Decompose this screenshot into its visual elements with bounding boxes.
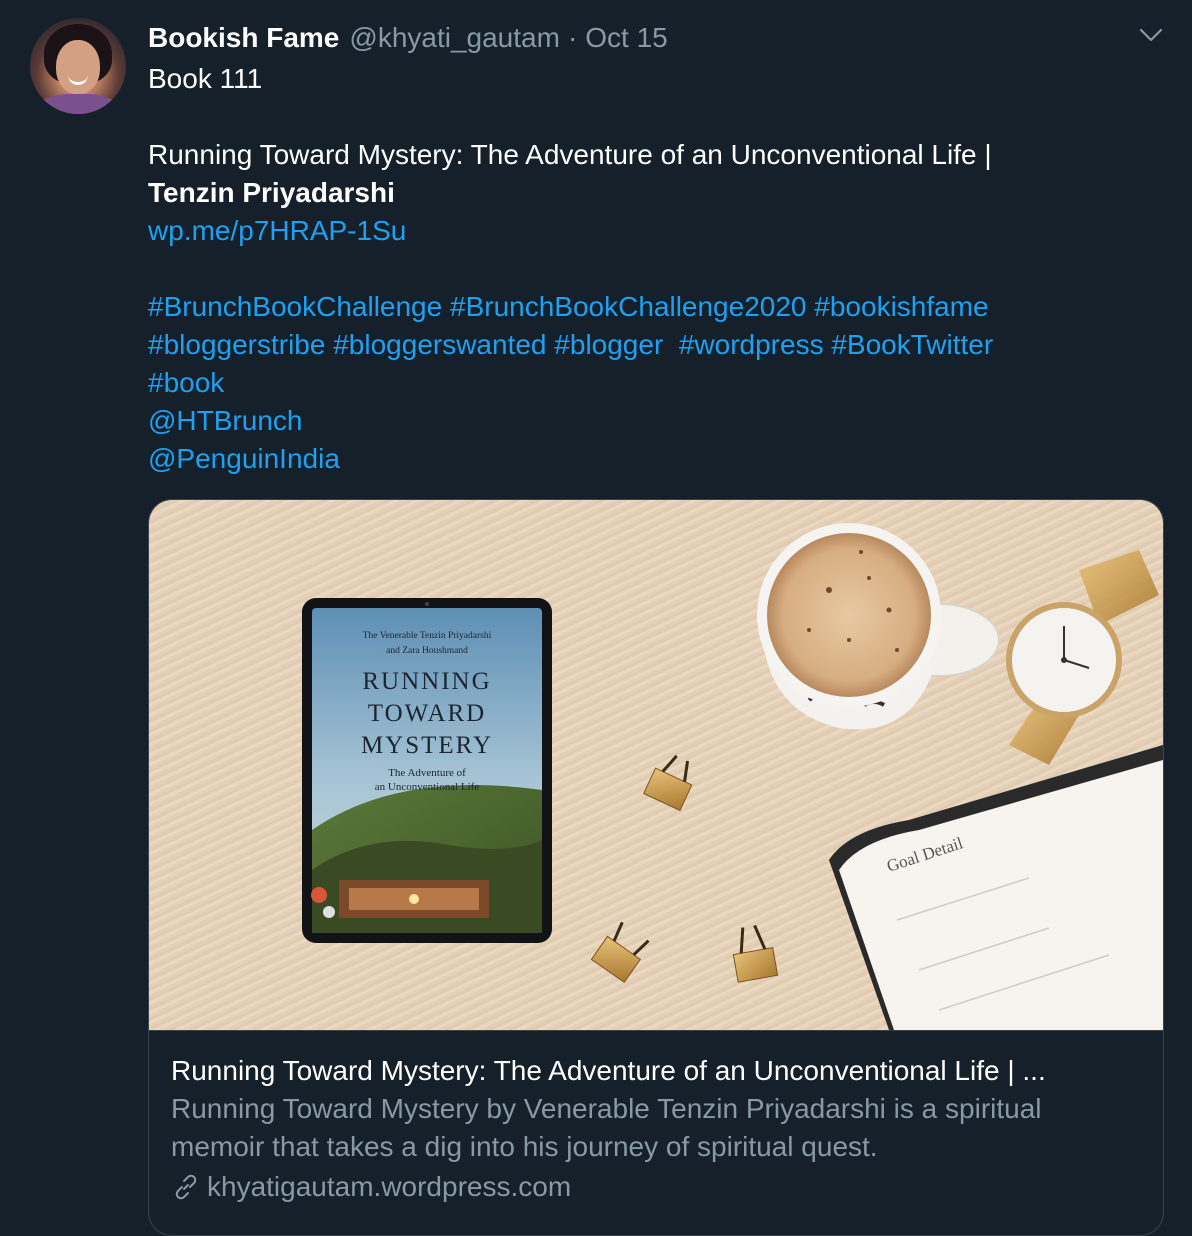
tweet-url-link[interactable]: wp.me/p7HRAP-1Su [148, 215, 406, 246]
link-icon [175, 1174, 197, 1200]
mention-link[interactable]: @HTBrunch [148, 405, 302, 436]
card-domain[interactable]: khyatigautam.wordpress.com [171, 1166, 1141, 1208]
tablet-book-cover: The Venerable Tenzin Priyadarshi and Zar… [302, 598, 552, 943]
link-preview-card[interactable]: The Venerable Tenzin Priyadarshi and Zar… [148, 499, 1164, 1236]
tweet[interactable]: Bookish Fame @khyati_gautam · Oct 15 Boo… [0, 0, 1192, 1236]
chevron-down-icon[interactable] [1136, 20, 1166, 50]
wrist-watch [1006, 550, 1159, 765]
hashtag-link[interactable]: #wordpress [679, 329, 824, 360]
tweet-line: Book 111 [148, 63, 263, 94]
tablet-title-line: MYSTERY [361, 732, 493, 759]
hashtag-link[interactable]: #BrunchBookChallenge2020 [450, 291, 807, 322]
tablet-title-line: RUNNING [362, 668, 491, 695]
card-domain-text: khyatigautam.wordpress.com [207, 1171, 572, 1202]
notebook: Goal Detail [829, 745, 1163, 1030]
mention-link[interactable]: @PenguinIndia [148, 443, 340, 474]
tweet-text: Book 111 Running Toward Mystery: The Adv… [148, 60, 1158, 478]
hashtag-link[interactable]: #book [148, 367, 224, 398]
hashtag-link[interactable]: #bloggerswanted [333, 329, 546, 360]
tablet-author-text: The Venerable Tenzin Priyadarshi [363, 631, 492, 641]
tablet-subtitle-line: an Unconventional Life [375, 781, 480, 793]
card-image[interactable]: The Venerable Tenzin Priyadarshi and Zar… [149, 500, 1163, 1031]
tablet-subtitle-line: The Adventure of [388, 767, 466, 779]
coffee-mug [757, 523, 1000, 730]
author-name[interactable]: Bookish Fame [148, 22, 339, 54]
card-description: Running Toward Mystery by Venerable Tenz… [171, 1093, 1042, 1124]
hashtag-link[interactable]: #bloggerstribe [148, 329, 325, 360]
hashtag-link[interactable]: #blogger [554, 329, 663, 360]
separator-dot: · [567, 22, 578, 53]
card-title[interactable]: Running Toward Mystery: The Adventure of… [171, 1052, 1141, 1090]
tablet-title-line: TOWARD [368, 700, 486, 727]
author-handle[interactable]: @khyati_gautam [349, 22, 560, 54]
hashtag-link[interactable]: #BrunchBookChallenge [148, 291, 442, 322]
tweet-line-author: Tenzin Priyadarshi [148, 177, 395, 208]
tablet-coauthor-text: and Zara Houshmand [386, 646, 468, 656]
tweet-line: Running Toward Mystery: The Adventure of… [148, 139, 992, 170]
tweet-header: Bookish Fame @khyati_gautam · Oct 15 [148, 18, 668, 58]
card-meta: Running Toward Mystery: The Adventure of… [171, 1052, 1141, 1208]
hashtag-link[interactable]: #BookTwitter [831, 329, 993, 360]
avatar[interactable] [30, 18, 126, 114]
card-description: memoir that takes a dig into his journey… [171, 1131, 878, 1162]
binder-clips [590, 754, 779, 983]
tweet-date[interactable]: Oct 15 [585, 22, 667, 54]
hashtag-link[interactable]: #bookishfame [814, 291, 988, 322]
